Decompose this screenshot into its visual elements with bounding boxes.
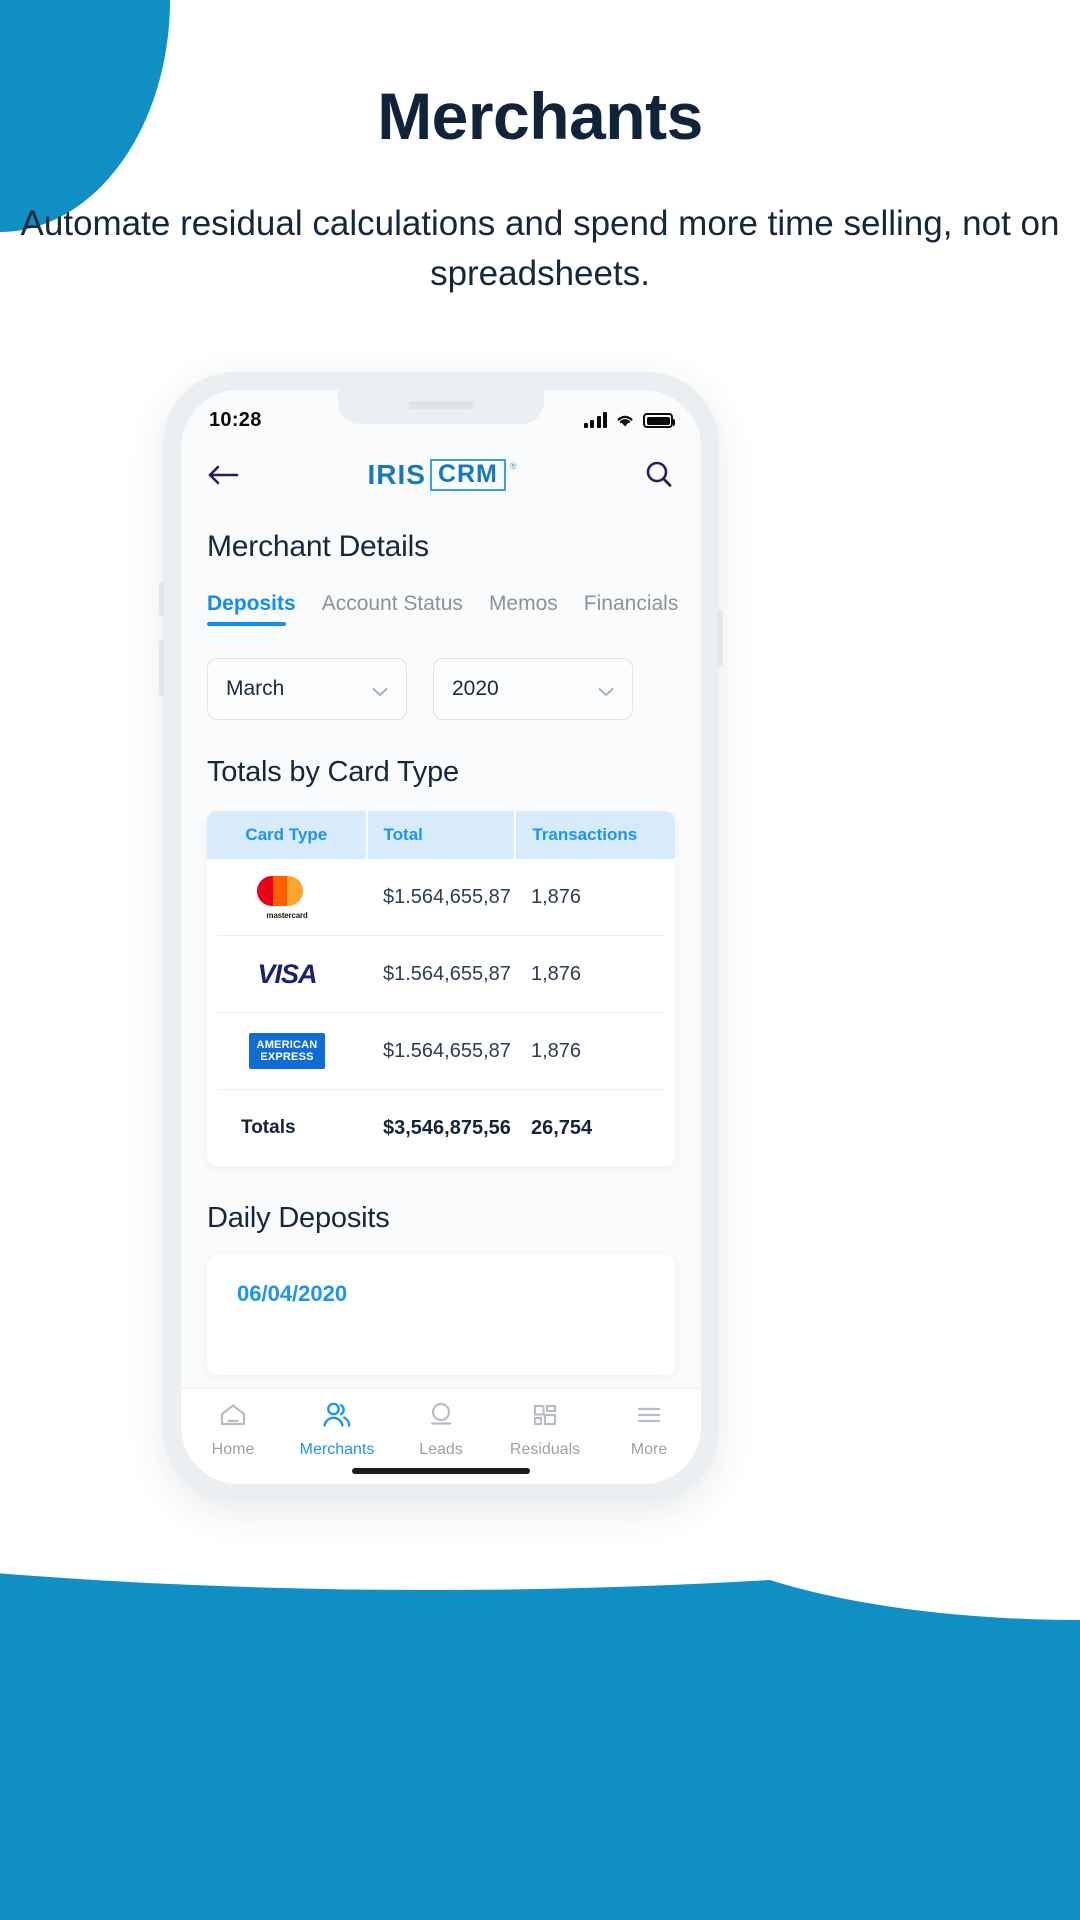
visa-wordmark: VISA: [257, 958, 317, 989]
logo-iris-text: IRIS: [367, 459, 426, 490]
table-row[interactable]: AMERICAN EXPRESS $1.564,655,87 1,876: [207, 1013, 675, 1089]
nav-item-home[interactable]: Home: [185, 1401, 281, 1459]
totals-label: Totals: [241, 1117, 296, 1138]
amex-logo: AMERICAN EXPRESS: [207, 1032, 367, 1070]
signal-icon: [583, 412, 607, 428]
cell-transactions: 1,876: [531, 885, 582, 908]
nav-label-home: Home: [211, 1441, 255, 1458]
tab-account-status[interactable]: Account Status: [322, 592, 463, 626]
cell-total: $1.564,655,87: [383, 1039, 511, 1062]
menu-icon: [634, 1401, 664, 1434]
hero-section: Merchants Automate residual calculations…: [0, 80, 1080, 300]
phone-screen: 10:28 IRIS CRM ® Merchant Details Deposi…: [181, 390, 701, 1484]
mastercard-logo: mastercard: [207, 874, 367, 920]
totals-row: Totals $3,546,875,56 26,754: [207, 1090, 675, 1166]
phone-notch: [338, 390, 544, 424]
nav-item-merchants[interactable]: Merchants: [289, 1401, 385, 1459]
chevron-down-icon: [372, 684, 388, 696]
search-icon[interactable]: [643, 459, 675, 491]
filter-row[interactable]: March 2020: [181, 626, 701, 720]
column-header-transactions: Transactions: [532, 825, 638, 844]
nav-label-residuals: Residuals: [509, 1441, 581, 1458]
year-select-value: 2020: [452, 677, 499, 700]
tab-financials[interactable]: Financials: [584, 592, 679, 626]
arrow-left-icon[interactable]: [207, 462, 241, 488]
phone-volume-up-button: [159, 582, 164, 616]
cell-transactions: 1,876: [531, 1039, 582, 1062]
daily-deposits-card[interactable]: 06/04/2020: [207, 1255, 675, 1375]
page-subtitle: Automate residual calculations and spend…: [20, 203, 1060, 294]
screen-content[interactable]: Merchant Details Deposits Account Status…: [181, 508, 701, 1388]
month-select[interactable]: March: [207, 658, 407, 720]
iris-crm-logo: IRIS CRM ®: [367, 459, 517, 491]
phone-mockup: 10:28 IRIS CRM ® Merchant Details Deposi…: [159, 372, 723, 1502]
nav-label-leads: Leads: [419, 1441, 463, 1458]
nav-label-merchants: Merchants: [299, 1441, 375, 1458]
page-title: Merchants: [377, 79, 703, 153]
table-header-row: Card Type Total Transactions: [207, 811, 675, 859]
totals-table: Card Type Total Transactions mastercard: [207, 811, 675, 1166]
table-row[interactable]: VISA $1.564,655,87 1,876: [207, 936, 675, 1012]
phone-speaker: [408, 401, 474, 409]
amex-wordmark: AMERICAN EXPRESS: [248, 1032, 326, 1070]
daily-deposit-date[interactable]: 06/04/2020: [237, 1281, 675, 1307]
wifi-icon: [615, 413, 635, 428]
people-icon: [321, 1401, 353, 1434]
daily-deposits-heading: Daily Deposits: [207, 1202, 390, 1234]
battery-icon: [643, 413, 675, 428]
visa-logo: VISA: [207, 959, 367, 990]
tab-deposits[interactable]: Deposits: [207, 592, 296, 626]
tab-memos[interactable]: Memos: [489, 592, 558, 626]
nav-item-leads[interactable]: Leads: [393, 1401, 489, 1459]
totals-transactions: 26,754: [531, 1116, 593, 1139]
column-header-total: Total: [383, 825, 423, 844]
phone-volume-down-button: [159, 640, 164, 696]
nav-label-more: More: [630, 1441, 668, 1458]
tab-bar[interactable]: Deposits Account Status Memos Financials: [181, 564, 701, 626]
registered-trademark-icon: ®: [509, 461, 517, 471]
month-select-value: March: [226, 677, 285, 700]
cell-total: $1.564,655,87: [383, 885, 511, 908]
home-icon: [218, 1401, 248, 1434]
nav-item-residuals[interactable]: Residuals: [497, 1401, 593, 1459]
mastercard-wordmark: mastercard: [266, 911, 308, 920]
nav-item-more[interactable]: More: [601, 1401, 697, 1459]
table-row[interactable]: mastercard $1.564,655,87 1,876: [207, 859, 675, 935]
app-header: IRIS CRM ®: [181, 442, 701, 508]
grid-icon: [530, 1401, 560, 1434]
phone-power-button: [718, 610, 723, 666]
home-indicator[interactable]: [352, 1468, 530, 1474]
chevron-down-icon: [598, 684, 614, 696]
column-header-card-type: Card Type: [245, 825, 328, 844]
year-select[interactable]: 2020: [433, 658, 633, 720]
totals-by-card-type-heading: Totals by Card Type: [207, 756, 459, 788]
status-time: 10:28: [209, 408, 262, 431]
logo-crm-text: CRM: [437, 460, 498, 488]
lead-icon: [426, 1401, 456, 1434]
status-icons: [583, 412, 675, 428]
merchant-details-heading: Merchant Details: [207, 530, 429, 563]
totals-total: $3,546,875,56: [383, 1116, 511, 1139]
cell-total: $1.564,655,87: [383, 962, 511, 985]
cell-transactions: 1,876: [531, 962, 582, 985]
logo-crm-box: CRM: [429, 459, 506, 491]
